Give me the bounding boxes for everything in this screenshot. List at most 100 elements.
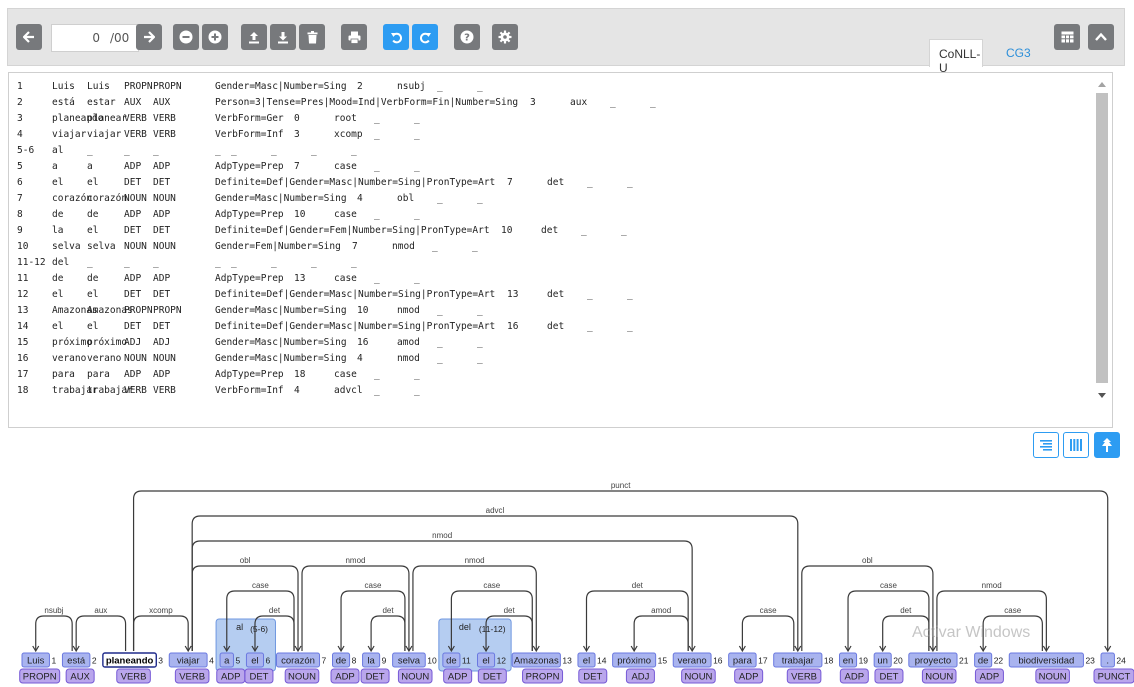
conllu-cell: 7	[507, 177, 513, 188]
conllu-cell: 5-6	[17, 145, 35, 156]
dependency-label[interactable]: nmod	[982, 581, 1002, 590]
dependency-arc[interactable]	[936, 590, 1047, 651]
undo-button[interactable]	[383, 24, 409, 50]
conllu-cell: selva	[87, 241, 116, 252]
dependency-label[interactable]: case	[252, 581, 269, 590]
prev-sentence-button[interactable]	[16, 24, 42, 50]
dependency-label[interactable]: aux	[94, 606, 107, 615]
add-sentence-button[interactable]	[202, 24, 228, 50]
conllu-cell: al	[52, 145, 64, 156]
conllu-cell: _	[153, 257, 159, 268]
dependency-label[interactable]: obl	[240, 556, 251, 565]
tab-conllu[interactable]: CoNLL-U	[929, 39, 983, 75]
pos-label: NOUN	[288, 672, 316, 683]
print-button[interactable]	[341, 24, 367, 50]
download-button[interactable]	[270, 24, 296, 50]
dependency-label[interactable]: det	[382, 606, 394, 615]
conllu-cell: 7	[17, 193, 23, 204]
dependency-arc[interactable]	[35, 615, 73, 651]
conllu-editor[interactable]: 1 Luis Luis PROPN PROPN Gender=Masc|Number=Si…	[8, 72, 1113, 428]
word-form: de	[978, 656, 989, 667]
conllu-line: 11-12 del _ _ _ _ _ _ _ _	[9, 255, 1094, 271]
word-form: proyecto	[915, 656, 951, 667]
conllu-cell: _	[374, 273, 380, 284]
conllu-cell: Gender=Masc|Number=Sing	[215, 353, 347, 364]
dependency-label[interactable]: xcomp	[149, 606, 173, 615]
conllu-cell: el	[87, 177, 99, 188]
conllu-cell: DET	[124, 225, 142, 236]
dependency-label[interactable]: case	[365, 581, 382, 590]
scroll-down-arrow[interactable]	[1098, 393, 1106, 398]
scroll-up-arrow[interactable]	[1098, 82, 1106, 87]
conllu-cell: el	[52, 289, 64, 300]
dependency-label[interactable]: det	[269, 606, 281, 615]
conllu-cell: 3	[17, 113, 23, 124]
scroll-thumb[interactable]	[1096, 93, 1108, 383]
dependency-arc[interactable]	[585, 590, 689, 651]
columns-view-button[interactable]	[1063, 432, 1089, 458]
dependency-label[interactable]: case	[760, 606, 777, 615]
dependency-arc[interactable]	[741, 615, 795, 651]
next-sentence-button[interactable]	[136, 24, 162, 50]
dependency-arc[interactable]	[370, 615, 406, 651]
list-view-icon	[1040, 439, 1052, 451]
dependency-label[interactable]: obl	[862, 556, 873, 565]
dependency-label[interactable]: det	[504, 606, 516, 615]
dependency-label[interactable]: advcl	[486, 506, 505, 515]
word-form: biodiversidad	[1018, 656, 1074, 667]
conllu-cell: _	[414, 209, 420, 220]
dependency-label[interactable]: nsubj	[44, 606, 63, 615]
conllu-cell: _	[271, 145, 277, 156]
dependency-arc[interactable]	[340, 590, 406, 651]
remove-sentence-button[interactable]	[173, 24, 199, 50]
word-form: planeando	[106, 656, 154, 667]
conllu-cell: DET	[124, 321, 142, 332]
conllu-cell: _	[477, 353, 483, 364]
conllu-line: 12 el el DET DET Definite=Def|Gender=Masc|Num…	[9, 287, 1094, 303]
dependency-label[interactable]: det	[632, 581, 644, 590]
undo-icon	[390, 32, 402, 43]
conllu-cell: selva	[52, 241, 81, 252]
dependency-label[interactable]: amod	[651, 606, 671, 615]
pos-label: ADP	[739, 672, 759, 683]
conllu-cell: _	[437, 337, 443, 348]
word-form: de	[336, 656, 347, 667]
conllu-cell: ADP	[153, 209, 171, 220]
help-button[interactable]: ?	[454, 24, 480, 50]
word-id: 22	[994, 656, 1004, 666]
dependency-arc[interactable]	[75, 615, 127, 651]
conllu-cell: _	[627, 321, 633, 332]
sentence-number-input[interactable]	[52, 25, 104, 51]
dependency-label[interactable]: case	[483, 581, 500, 590]
conllu-cell: VERB	[153, 129, 176, 140]
word-form: a	[224, 656, 230, 667]
dependency-label[interactable]: det	[900, 606, 912, 615]
word-form: un	[877, 656, 888, 667]
word-id: 9	[382, 656, 387, 666]
settings-button[interactable]	[492, 24, 518, 50]
word-form: en	[843, 656, 854, 667]
dependency-label[interactable]: punct	[611, 481, 631, 490]
dependency-arc[interactable]	[132, 615, 189, 651]
dependency-label[interactable]: case	[880, 581, 897, 590]
pos-label: VERB	[121, 672, 147, 683]
conllu-cell: _	[432, 241, 438, 252]
upload-button[interactable]	[241, 24, 267, 50]
dependency-label[interactable]: nmod	[432, 531, 452, 540]
conllu-cell: 9	[17, 225, 23, 236]
dependency-label[interactable]: case	[1004, 606, 1021, 615]
dependency-arc[interactable]	[633, 615, 689, 651]
scrollbar[interactable]	[1096, 77, 1108, 423]
delete-button[interactable]	[299, 24, 325, 50]
list-view-button[interactable]	[1033, 432, 1059, 458]
tab-cg3[interactable]: CG3	[997, 39, 1040, 67]
dependency-arc[interactable]	[847, 590, 930, 651]
dependency-label[interactable]: nmod	[465, 556, 485, 565]
dependency-label[interactable]: nmod	[345, 556, 365, 565]
tree-view-button[interactable]	[1094, 432, 1120, 458]
svg-text:?: ?	[464, 33, 470, 44]
collapse-button[interactable]	[1088, 24, 1114, 50]
redo-button[interactable]	[412, 24, 438, 50]
word-id: 10	[427, 656, 437, 666]
table-view-button[interactable]	[1054, 24, 1080, 50]
